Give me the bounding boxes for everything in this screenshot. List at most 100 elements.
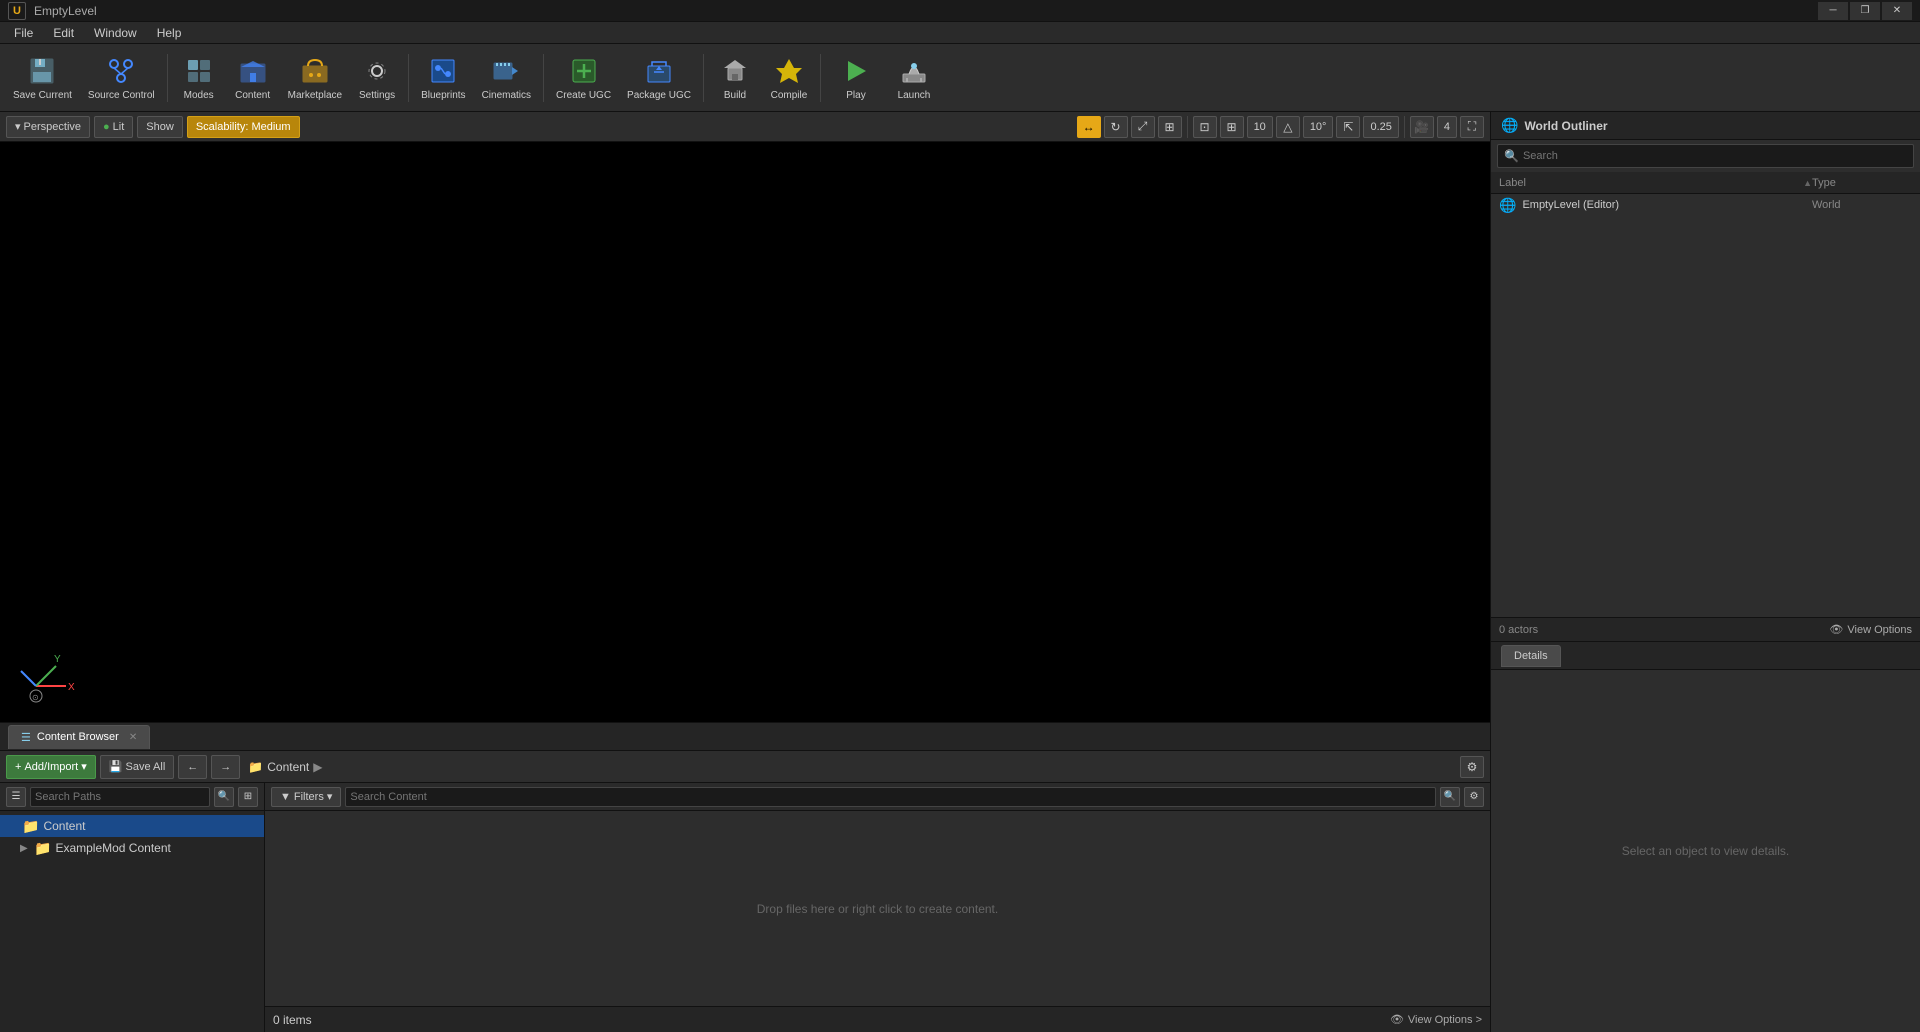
cb-folder-tree: 📁 Content ▶ 📁 ExampleMod Content — [0, 811, 264, 1032]
items-count-text: 0 items — [273, 1013, 312, 1027]
play-button[interactable]: Play — [826, 49, 886, 107]
viewport-toolbar: ▾ Perspective ● Lit Show Scalability: Me… — [0, 112, 1490, 142]
camera-speed-button[interactable]: 4 — [1437, 116, 1457, 138]
menu-file[interactable]: File — [4, 22, 43, 43]
cb-view-toggle-icon[interactable]: ⊞ — [238, 787, 258, 807]
tree-item-content-label: Content — [43, 819, 85, 833]
package-ugc-button[interactable]: Package UGC — [620, 49, 698, 107]
settings-button[interactable]: Settings — [351, 49, 403, 107]
cb-view-options-button[interactable]: 👁 View Options > — [1390, 1013, 1482, 1026]
tree-item-examplemod[interactable]: ▶ 📁 ExampleMod Content — [0, 837, 264, 859]
viewport-lit-button[interactable]: ● Lit — [94, 116, 133, 138]
create-ugc-button[interactable]: Create UGC — [549, 49, 618, 107]
play-label: Play — [846, 90, 865, 101]
rotation-snapping-icon[interactable]: △ — [1276, 116, 1300, 138]
right-panel: 🌐 World Outliner 🔍 Label ▲ Type 🌐 EmptyL… — [1490, 112, 1920, 1032]
content-browser-icon: ☰ — [21, 731, 31, 744]
build-label: Build — [724, 90, 746, 101]
camera-speed-icon[interactable]: 🎥 — [1410, 116, 1434, 138]
menu-edit[interactable]: Edit — [43, 22, 84, 43]
marketplace-button[interactable]: Marketplace — [281, 49, 349, 107]
modes-button[interactable]: Modes — [173, 49, 225, 107]
details-tab[interactable]: Details — [1501, 645, 1561, 667]
grid-snapping-button[interactable]: ⊞ — [1220, 116, 1244, 138]
breadcrumb-content-label[interactable]: Content — [267, 760, 309, 774]
viewport-toolbar-right: ↔ ↻ ⤢ ⊞ ⊡ ⊞ 10 △ 10° ⇱ 0.25 🎥 4 ⛶ — [1077, 116, 1484, 138]
menu-window[interactable]: Window — [84, 22, 147, 43]
viewport-mode-button[interactable]: ▾ Perspective — [6, 116, 90, 138]
wo-search-input[interactable] — [1523, 150, 1907, 162]
close-button[interactable]: ✕ — [1882, 2, 1912, 20]
source-control-button[interactable]: Source Control — [81, 49, 162, 107]
content-browser-body: + Add/Import ▾ 💾 Save All ← → 📁 Content … — [0, 751, 1490, 1032]
content-browser-close-icon[interactable]: ✕ — [129, 732, 137, 743]
vp-sep-2 — [1404, 116, 1405, 138]
tree-item-content[interactable]: 📁 Content — [0, 815, 264, 837]
world-outliner-status-bar: 0 actors 👁 View Options — [1491, 617, 1920, 641]
eye-icon: 👁 — [1390, 1013, 1404, 1026]
scale-tool-button[interactable]: ⤢ — [1131, 116, 1155, 138]
scale-snapping-icon[interactable]: ⇱ — [1336, 116, 1360, 138]
transform-space-button[interactable]: ⊞ — [1158, 116, 1182, 138]
launch-button[interactable]: Launch — [888, 49, 940, 107]
search-paths-search-icon[interactable]: 🔍 — [214, 787, 234, 807]
viewport-show-button[interactable]: Show — [137, 116, 183, 138]
search-content-icon[interactable]: 🔍 — [1440, 787, 1460, 807]
restore-button[interactable]: ❐ — [1850, 2, 1880, 20]
build-button[interactable]: Build — [709, 49, 761, 107]
scale-value-button[interactable]: 0.25 — [1363, 116, 1398, 138]
cb-search-paths-bar: ☰ 🔍 ⊞ — [0, 783, 264, 811]
save-current-icon — [26, 55, 58, 87]
content-browser-tab-bar: ☰ Content Browser ✕ — [0, 723, 1490, 751]
wo-col-label: Label — [1499, 177, 1803, 189]
cb-sidebar-expand-icon[interactable]: ☰ — [6, 787, 26, 807]
rotate-tool-button[interactable]: ↻ — [1104, 116, 1128, 138]
translate-tool-button[interactable]: ↔ — [1077, 116, 1101, 138]
cb-search-bar: ▼ Filters ▾ 🔍 ⚙ — [265, 783, 1490, 811]
world-outliner-header: 🌐 World Outliner — [1491, 112, 1920, 140]
blueprints-icon — [427, 55, 459, 87]
view-options-label: View Options > — [1408, 1014, 1482, 1026]
maximize-button[interactable]: ⛶ — [1460, 116, 1484, 138]
blueprints-label: Blueprints — [421, 90, 465, 101]
breadcrumb-folder-icon: 📁 — [248, 760, 263, 774]
cinematics-button[interactable]: Cinematics — [475, 49, 538, 107]
add-import-button[interactable]: + Add/Import ▾ — [6, 755, 96, 779]
modes-icon — [183, 55, 215, 87]
search-content-input[interactable] — [345, 787, 1436, 807]
navigate-back-button[interactable]: ← — [178, 755, 207, 779]
3d-viewport[interactable]: X Y ⊙ — [0, 142, 1490, 722]
viewport-scalability-button[interactable]: Scalability: Medium — [187, 116, 300, 138]
save-all-button[interactable]: 💾 Save All — [100, 755, 174, 779]
actors-count-text: 0 actors — [1499, 624, 1538, 636]
cb-drop-area[interactable]: Drop files here or right click to create… — [265, 811, 1490, 1006]
details-panel: Details Select an object to view details… — [1491, 642, 1920, 1032]
surface-snapping-button[interactable]: ⊡ — [1193, 116, 1217, 138]
compile-button[interactable]: Compile — [763, 49, 815, 107]
save-all-icon: 💾 — [109, 760, 123, 773]
content-browser-tab[interactable]: ☰ Content Browser ✕ — [8, 725, 150, 749]
cb-settings-button[interactable]: ⚙ — [1460, 756, 1484, 778]
search-paths-input[interactable] — [30, 787, 210, 807]
wo-item-emptylevel[interactable]: 🌐 EmptyLevel (Editor) World — [1491, 194, 1920, 216]
blueprints-button[interactable]: Blueprints — [414, 49, 472, 107]
rotation-value-button[interactable]: 10° — [1303, 116, 1334, 138]
navigate-forward-button[interactable]: → — [211, 755, 240, 779]
wo-item-label: EmptyLevel (Editor) — [1522, 199, 1806, 211]
wo-view-options-button[interactable]: 👁 View Options — [1829, 623, 1912, 636]
cb-main-settings-icon[interactable]: ⚙ — [1464, 787, 1484, 807]
save-current-button[interactable]: Save Current — [6, 49, 79, 107]
details-header: Details — [1491, 642, 1920, 670]
expand-arrow-icon: ▶ — [20, 843, 30, 854]
save-all-label: Save All — [126, 761, 166, 773]
filters-label: Filters — [294, 791, 324, 803]
filters-button[interactable]: ▼ Filters ▾ — [271, 787, 341, 807]
grid-size-button[interactable]: 10 — [1247, 116, 1273, 138]
world-outliner-search-bar: 🔍 — [1497, 144, 1914, 168]
cinematics-icon — [490, 55, 522, 87]
marketplace-icon — [299, 55, 331, 87]
content-button[interactable]: Content — [227, 49, 279, 107]
cb-status-bar: 0 items 👁 View Options > — [265, 1006, 1490, 1032]
minimize-button[interactable]: ─ — [1818, 2, 1848, 20]
menu-help[interactable]: Help — [147, 22, 192, 43]
